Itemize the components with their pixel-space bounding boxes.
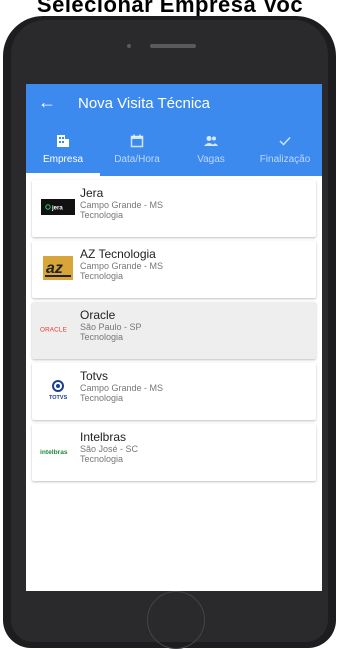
app-screen: ← Nova Visita Técnica Empresa Data/Hora … [26, 84, 322, 591]
tab-label: Data/Hora [114, 154, 160, 165]
page-title: Nova Visita Técnica [78, 95, 211, 112]
tab-label: Vagas [197, 154, 225, 165]
intelbras-logo-text: intelbras [40, 449, 68, 456]
company-name: Totvs [80, 369, 109, 383]
company-location: São José - SC [80, 444, 139, 454]
step-tabs: Empresa Data/Hora Vagas Finalização [26, 128, 322, 176]
company-name: Oracle [80, 308, 116, 322]
company-card-oracle[interactable]: ORACLE Oracle São Paulo - SP Tecnologia [32, 302, 316, 359]
tab-label: Empresa [42, 154, 83, 165]
app-bar: ← Nova Visita Técnica Empresa Data/Hora … [26, 84, 322, 176]
company-category: Tecnologia [80, 393, 124, 403]
tab-data-hora[interactable]: Data/Hora [100, 128, 174, 176]
intelbras-logo: intelbras [40, 440, 76, 462]
company-location: Campo Grande - MS [80, 200, 164, 210]
company-location: São Paulo - SP [80, 322, 142, 332]
front-camera [127, 44, 131, 48]
company-category: Tecnologia [80, 271, 124, 281]
company-name: AZ Tecnologia [80, 247, 156, 261]
company-list: jera Jera Campo Grande - MS Tecnologia a… [26, 176, 322, 481]
check-icon [278, 132, 292, 150]
company-card-jera[interactable]: jera Jera Campo Grande - MS Tecnologia [32, 180, 316, 237]
jera-logo: jera [40, 196, 76, 218]
company-card-totvs[interactable]: TOTVS Totvs Campo Grande - MS Tecnologia [32, 363, 316, 420]
az-logo-text: az [46, 260, 63, 277]
back-arrow-icon[interactable]: ← [38, 92, 56, 113]
company-card-az-tecnologia[interactable]: az AZ Tecnologia Campo Grande - MS Tecno… [32, 241, 316, 298]
totvs-logo-text: TOTVS [49, 395, 68, 401]
calendar-icon [130, 132, 144, 150]
tab-empresa[interactable]: Empresa [26, 128, 100, 176]
company-card-intelbras[interactable]: intelbras Intelbras São José - SC Tecnol… [32, 424, 316, 481]
oracle-logo-text: ORACLE [40, 327, 67, 334]
tab-vagas[interactable]: Vagas [174, 128, 248, 176]
az-logo: az [40, 256, 76, 280]
jera-logo-text: jera [51, 206, 63, 212]
tab-finalizacao[interactable]: Finalização [248, 128, 322, 176]
company-name: Intelbras [80, 430, 127, 444]
company-name: Jera [80, 186, 104, 200]
home-button[interactable] [147, 591, 205, 649]
company-category: Tecnologia [80, 210, 124, 220]
oracle-logo: ORACLE [40, 318, 76, 340]
tab-label: Finalização [259, 154, 311, 165]
company-location: Campo Grande - MS [80, 383, 164, 393]
company-location: Campo Grande - MS [80, 261, 164, 271]
people-icon [203, 132, 219, 150]
totvs-logo: TOTVS [40, 379, 76, 401]
company-category: Tecnologia [80, 454, 124, 464]
phone-speaker [150, 44, 196, 48]
company-category: Tecnologia [80, 332, 124, 342]
building-icon [56, 132, 70, 150]
